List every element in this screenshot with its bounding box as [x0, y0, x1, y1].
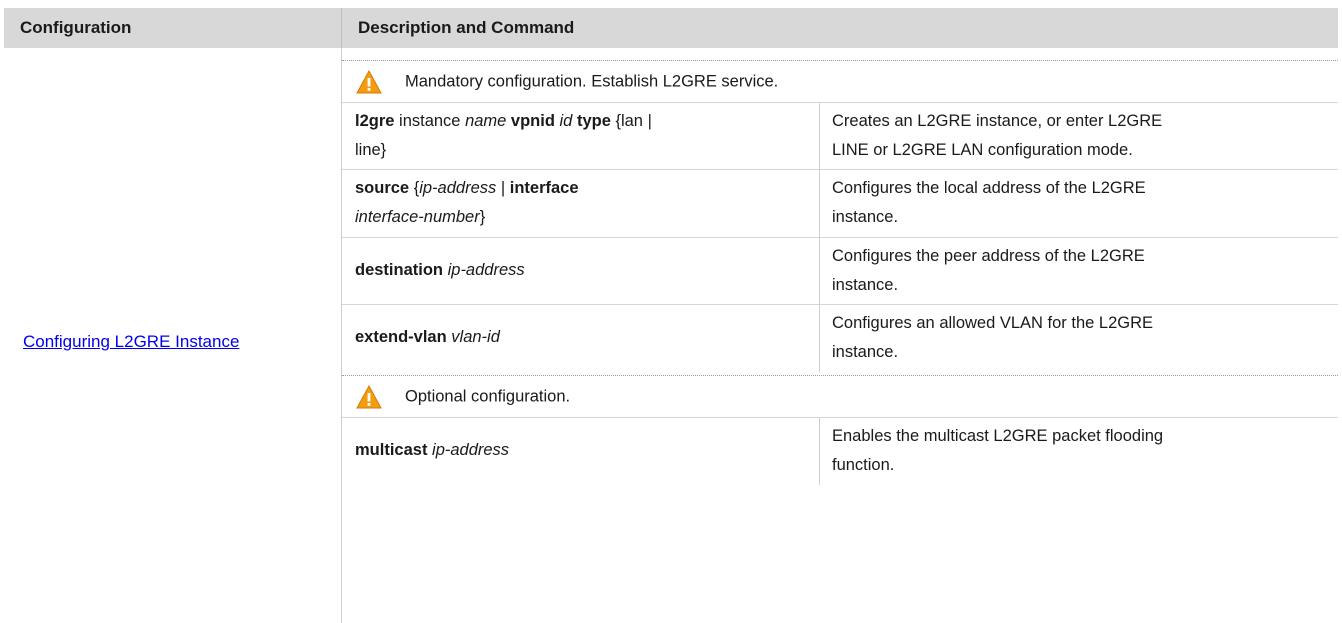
description-multicast: Enables the multicast L2GRE packet flood…	[832, 427, 1164, 474]
header-description-command: Description and Command	[342, 8, 1338, 48]
configuring-l2gre-instance-link[interactable]: Configuring L2GRE Instance	[23, 332, 239, 352]
command-multicast: multicast ip-address	[355, 441, 510, 459]
description-source: Configures the local address of the L2GR…	[832, 179, 1146, 226]
warning-icon	[356, 69, 382, 93]
command-row-source: source {ip-address | interface interface-…	[342, 170, 1338, 237]
description-extend-vlan: Configures an allowed VLAN for the L2GRE…	[832, 314, 1154, 361]
column-divider	[819, 103, 820, 169]
command-row-l2gre: l2gre instance name vpnid id type {lan |…	[342, 103, 1338, 169]
description-l2gre: Creates an L2GRE instance, or enter L2GR…	[832, 112, 1163, 159]
column-divider	[819, 170, 820, 237]
command-row-destination: destination ip-address Configures the pe…	[342, 238, 1338, 304]
column-divider	[819, 305, 820, 372]
command-row-multicast: multicast ip-address Enables the multica…	[342, 418, 1338, 485]
command-source: source {ip-address | interface interface-…	[355, 179, 579, 226]
column-divider	[819, 238, 820, 304]
mandatory-notice: Mandatory configuration. Establish L2GRE…	[342, 61, 1338, 102]
header-configuration: Configuration	[4, 8, 342, 48]
column-divider	[819, 418, 820, 485]
command-destination: destination ip-address	[355, 261, 525, 279]
optional-notice-text: Optional configuration.	[405, 387, 571, 405]
command-extend-vlan: extend-vlan vlan-id	[355, 328, 500, 346]
mandatory-notice-text: Mandatory configuration. Establish L2GRE…	[405, 72, 779, 90]
optional-notice: Optional configuration.	[342, 376, 1338, 417]
command-row-extend-vlan: extend-vlan vlan-id Configures an allowe…	[342, 305, 1338, 372]
command-l2gre: l2gre instance name vpnid id type {lan |…	[355, 112, 652, 159]
configuration-cell: Configuring L2GRE Instance	[4, 48, 342, 623]
description-destination: Configures the peer address of the L2GRE…	[832, 247, 1145, 294]
warning-icon	[356, 384, 382, 408]
